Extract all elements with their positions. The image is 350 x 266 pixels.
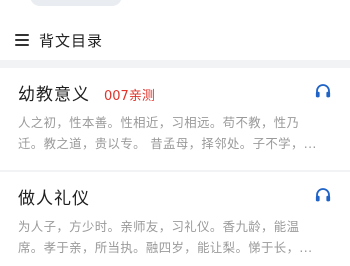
catalog-entry[interactable]: 做人礼仪 为人子，方少时。亲师友，习礼仪。香九龄，能温 席。孝于亲，所当执。融四… <box>0 172 350 266</box>
catalog-title: 背文目录 <box>39 31 104 50</box>
excerpt-line: 为人子，方少时。亲师友，习礼仪。香九龄，能温 <box>18 219 300 234</box>
top-strip <box>0 0 350 10</box>
excerpt-line: 席。孝于亲，所当执。融四岁，能让梨。悌于长，... <box>18 240 313 255</box>
menu-icon[interactable] <box>15 34 29 46</box>
excerpt-line: 人之初，性本善。性相近，习相远。苟不教，性乃 <box>18 115 300 130</box>
entry-excerpt: 为人子，方少时。亲师友，习礼仪。香九龄，能温 席。孝于亲，所当执。融四岁，能让梨… <box>18 216 336 258</box>
headphones-icon[interactable] <box>314 82 332 100</box>
entry-title: 做人礼仪 <box>18 189 90 209</box>
headphones-icon[interactable] <box>314 186 332 204</box>
entry-title-row: 做人礼仪 <box>18 184 90 209</box>
entry-title: 幼教意义 <box>18 85 90 105</box>
entry-excerpt: 人之初，性本善。性相近，习相远。苟不教，性乃 迁。教之道，贵以专。 昔孟母，择邻… <box>18 112 336 154</box>
entry-title-row: 幼教意义 007亲测 <box>18 80 155 105</box>
entry-badge: 007亲测 <box>104 89 155 104</box>
section-divider <box>0 60 350 68</box>
catalog-entry[interactable]: 幼教意义 007亲测 人之初，性本善。性相近，习相远。苟不教，性乃 迁。教之道，… <box>0 68 350 172</box>
excerpt-line: 迁。教之道，贵以专。 昔孟母，择邻处。子不学，... <box>18 136 317 151</box>
catalog-header: 背文目录 <box>0 18 350 62</box>
top-pill[interactable] <box>30 0 122 6</box>
